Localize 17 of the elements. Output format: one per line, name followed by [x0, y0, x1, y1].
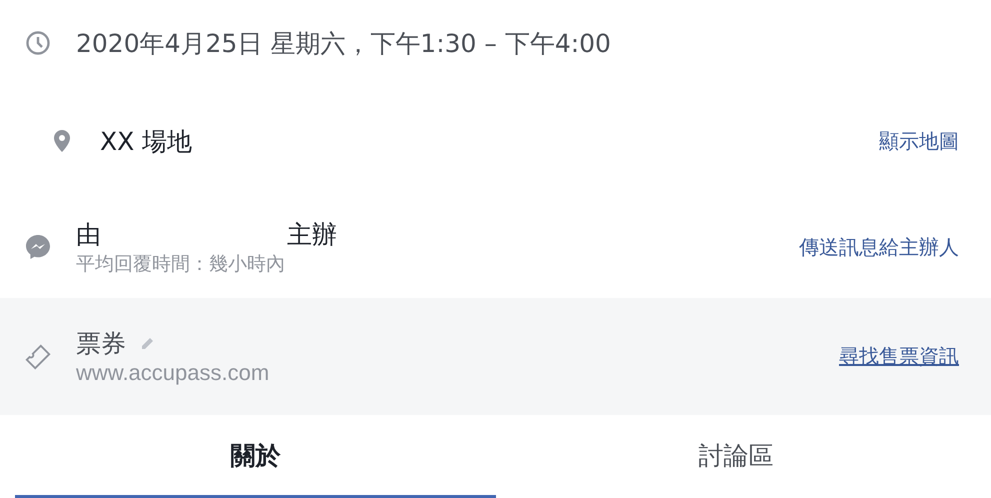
- event-date-time: 2020年4月25日 星期六，下午1:30 – 下午4:00: [76, 28, 611, 60]
- message-host-link[interactable]: 傳送訊息給主辦人: [799, 234, 959, 260]
- clock-icon: [24, 30, 52, 56]
- messenger-icon: [24, 233, 52, 261]
- tab[interactable]: 關於: [15, 415, 496, 498]
- response-time: 平均回覆時間：幾小時內: [76, 252, 286, 276]
- ticket-site: www.accupass.com: [76, 360, 270, 386]
- location-pin-icon: [52, 129, 72, 153]
- tab[interactable]: 討論區: [496, 415, 976, 498]
- venue-name: XX 場地: [100, 126, 192, 158]
- host-prefix: 由: [76, 218, 101, 250]
- find-tickets-link[interactable]: 尋找售票資訊: [839, 343, 959, 370]
- tickets-title: 票券: [76, 328, 126, 360]
- host-suffix: 主辦: [287, 218, 337, 250]
- ticket-icon: [24, 342, 52, 372]
- pencil-icon[interactable]: [140, 336, 154, 350]
- show-map-link[interactable]: 顯示地圖: [879, 128, 959, 154]
